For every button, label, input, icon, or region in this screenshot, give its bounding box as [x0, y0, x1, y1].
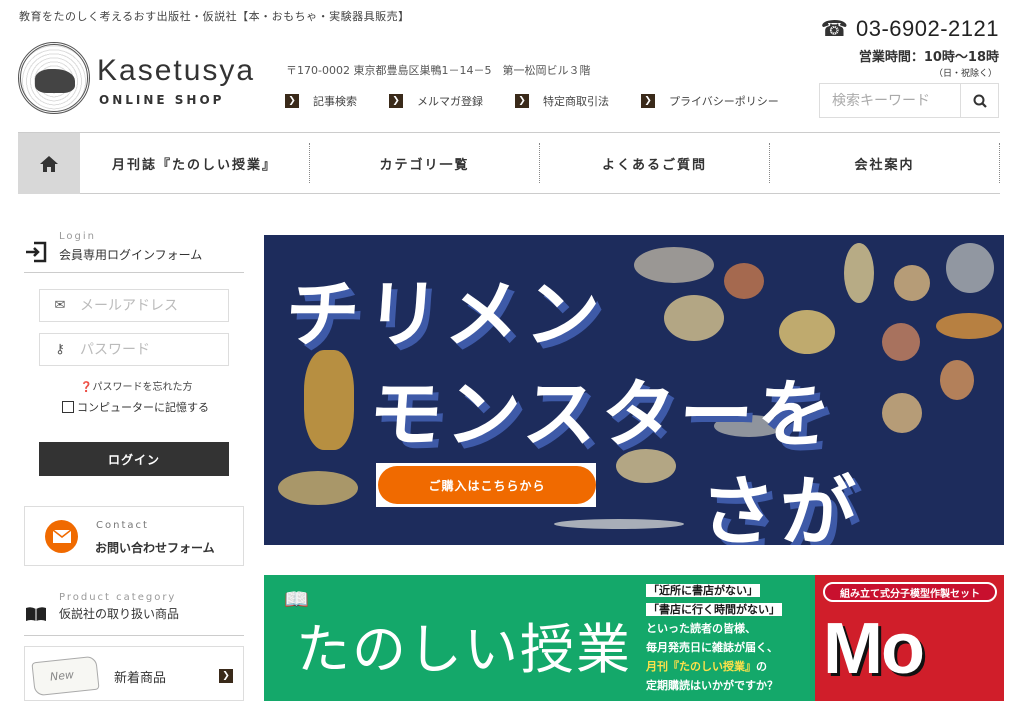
forgot-password-link[interactable]: ❓パスワードを忘れた方	[80, 378, 192, 393]
email-field: ✉	[39, 289, 229, 322]
nav-item-categories[interactable]: カテゴリ一覧	[310, 143, 540, 183]
remember-checkbox[interactable]	[62, 401, 74, 413]
email-input[interactable]	[80, 297, 220, 314]
fish-image	[634, 247, 714, 283]
eel-image	[554, 519, 684, 529]
header-link-label: プライバシーポリシー	[669, 95, 779, 108]
header-link-label: 特定商取引法	[543, 95, 609, 108]
banner2-quote-2: 「書店に行く時間がない」	[646, 603, 782, 616]
fish-image	[946, 243, 994, 293]
fish-image	[664, 295, 724, 341]
banner2-line-1: といった読者の皆様、	[646, 622, 756, 635]
nav-item-company[interactable]: 会社案内	[770, 143, 1000, 183]
divider	[24, 272, 244, 273]
new-items-label: 新着商品	[114, 671, 167, 686]
address: 〒170-0002 東京都豊島区巣鴨1－14－5 第一松岡ビル３階	[286, 64, 591, 77]
phone-contact: ☎ 03-6902-2121	[821, 16, 999, 42]
category-new-items[interactable]: New 新着商品 ❯	[24, 646, 244, 701]
shell-image	[882, 393, 922, 433]
header-link-label: メルマガ登録	[417, 95, 483, 108]
login-heading: 会員専用ログインフォーム	[25, 241, 202, 263]
banner-headline-3: さがせ！	[700, 467, 860, 545]
header-link-article-search[interactable]: ❯ 記事検索	[285, 93, 389, 109]
banner-molecule-kit[interactable]: 組み立て式分子模型作製セット Mo	[815, 575, 1004, 701]
logo-subtitle[interactable]: ONLINE SHOP	[99, 93, 224, 107]
nav-item-faq[interactable]: よくあるご質問	[540, 143, 770, 183]
site-tagline: 教育をたのしく考えるおす出版社・仮説社【本・おもちゃ・実験器具販売】	[19, 10, 410, 23]
fish-image	[278, 471, 358, 505]
home-icon	[40, 155, 58, 172]
new-scroll-label: New	[49, 668, 75, 684]
search-icon	[973, 94, 987, 108]
search-box	[819, 83, 999, 118]
crab-image	[882, 323, 920, 361]
book-icon	[26, 607, 46, 621]
banner2-quote-1: 「近所に書店がない」	[646, 584, 760, 597]
login-icon	[26, 241, 47, 263]
contact-ja-label: お問い合わせフォーム	[95, 541, 215, 555]
key-icon: ⚷	[55, 342, 65, 357]
banner-headline-2: モンスターを	[365, 372, 839, 458]
remember-label: コンピューターに記憶する	[77, 401, 209, 414]
envelope-icon	[45, 520, 78, 553]
question-icon: ❓	[80, 382, 93, 393]
banner3-heading: 組み立て式分子模型作製セット	[823, 582, 997, 602]
nav-home-button[interactable]	[18, 133, 80, 194]
chevron-right-icon: ❯	[285, 94, 299, 108]
banner2-magazine-name: 月刊『たのしい授業』	[646, 660, 756, 673]
phone-number[interactable]: 03-6902-2121	[856, 16, 999, 42]
divider	[24, 635, 244, 636]
header-link-newsletter[interactable]: ❯ メルマガ登録	[389, 93, 515, 109]
buy-button[interactable]: ご購入はこちらから	[376, 463, 596, 507]
logo-emblem-icon[interactable]	[18, 42, 90, 114]
banner-chirimen-monster[interactable]: チリメン モンスターを さがせ！ ご購入はこちらから	[264, 235, 1004, 545]
chevron-right-icon: ❯	[219, 669, 233, 683]
contact-form-link[interactable]: Contact お問い合わせフォーム	[24, 506, 244, 566]
nav-item-magazine[interactable]: 月刊誌『たのしい授業』	[80, 143, 310, 183]
banner2-title: たのしい授業	[296, 618, 632, 681]
larva-image	[844, 243, 874, 303]
header-link-commerce-law[interactable]: ❯ 特定商取引法	[515, 93, 641, 109]
header-link-privacy[interactable]: ❯ プライバシーポリシー	[641, 93, 791, 109]
shell-image	[894, 265, 930, 301]
forgot-password-label: パスワードを忘れた方	[92, 382, 193, 393]
seahorse-image	[304, 350, 354, 450]
banner2-text: 「近所に書店がない」 「書店に行く時間がない」 といった読者の皆様、 毎月発売日…	[646, 581, 782, 695]
category-en-label: Product category	[59, 592, 177, 603]
login-button[interactable]: ログイン	[39, 442, 229, 476]
header-link-label: 記事検索	[313, 95, 357, 108]
buy-button-label: ご購入はこちらから	[378, 466, 596, 504]
banner2-particle: の	[756, 660, 767, 673]
banner-magazine-subscription[interactable]: 📖 たのしい授業 「近所に書店がない」 「書店に行く時間がない」 といった読者の…	[264, 575, 816, 701]
category-heading-label: 仮説社の取り扱い商品	[59, 607, 180, 621]
contact-en-label: Contact	[96, 520, 149, 531]
remember-me[interactable]: コンピューターに記憶する	[62, 399, 209, 415]
password-field: ⚷	[39, 333, 229, 366]
chevron-right-icon: ❯	[389, 94, 403, 108]
chevron-right-icon: ❯	[641, 94, 655, 108]
logo-title[interactable]: Kasetusya	[97, 54, 255, 88]
search-input[interactable]	[820, 84, 960, 117]
octopus-image	[724, 263, 764, 299]
pufferfish-image	[779, 310, 835, 354]
banner2-line-4: 定期購読はいかがですか？	[646, 679, 778, 692]
category-heading: 仮説社の取り扱い商品	[25, 605, 179, 622]
header-links: ❯ 記事検索 ❯ メルマガ登録 ❯ 特定商取引法 ❯ プライバシーポリシー	[285, 93, 791, 109]
fish-image	[936, 313, 1002, 339]
login-heading-label: 会員専用ログインフォーム	[59, 248, 203, 262]
chevron-right-icon: ❯	[515, 94, 529, 108]
password-input[interactable]	[80, 341, 220, 358]
banner-headline-1: チリメン	[282, 272, 609, 358]
search-button[interactable]	[960, 84, 998, 117]
new-scroll-icon: New	[31, 655, 100, 697]
banner2-line-2: 毎月発売日に雑誌が届く、	[646, 641, 778, 654]
telephone-icon: ☎	[820, 16, 848, 42]
main-nav: 月刊誌『たのしい授業』 カテゴリ一覧 よくあるご質問 会社案内	[18, 132, 1000, 194]
mail-icon: ✉	[54, 298, 66, 313]
crab-image	[940, 360, 974, 400]
business-hours: 営業時間：10時〜18時	[858, 50, 999, 65]
holiday-note: （日・祝除く）	[933, 69, 997, 79]
banner3-title: Mo	[823, 609, 925, 689]
